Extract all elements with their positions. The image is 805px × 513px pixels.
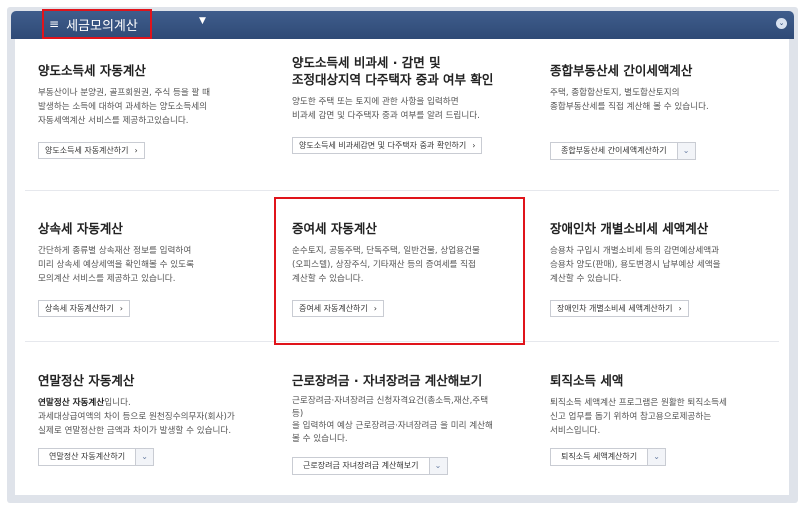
- card-description: 연말정산 자동계산입니다. 과세대상급여액의 차이 등으로 원천징수의무자(회사…: [38, 398, 235, 436]
- card-description: 양도한 주택 또는 토지에 관한 사항을 입력하면 비과세 감면 및 다주택자 …: [292, 97, 480, 121]
- card-description: 퇴직소득 세액계산 프로그램은 원활한 퇴직소득세 신고 업무를 돕기 위하여 …: [550, 398, 727, 436]
- card-title: 연말정산 자동계산: [38, 373, 135, 388]
- row-divider: [25, 190, 779, 191]
- year-end-calc-select[interactable]: 연말정산 자동계산하기 ⌄: [38, 447, 155, 466]
- select-label: 퇴직소득 세액계산하기: [561, 452, 638, 461]
- card-description: 간단하게 종류별 상속재산 정보를 입력하여 미리 상속세 예상세액을 확인해볼…: [38, 246, 194, 284]
- card-disabled-vehicle-tax: 장애인차 개별소비세 세액계산 승용차 구입시 개별소비세 등의 감면예상세액과…: [550, 220, 780, 317]
- card-description: 부동산이나 분양권, 골프회원권, 주식 등을 팔 때 발생하는 소득에 대하여…: [38, 88, 211, 126]
- capital-gains-calc-button[interactable]: 양도소득세 자동계산하기 ›: [38, 142, 145, 159]
- chevron-down-icon[interactable]: ⌄: [676, 142, 695, 159]
- card-title: 양도소득세 비과세 · 감면 및 조정대상지역 다주택자 중과 여부 확인: [292, 55, 494, 87]
- calculator-panel: 양도소득세 자동계산 부동산이나 분양권, 골프회원권, 주식 등을 팔 때 발…: [15, 39, 789, 495]
- vehicle-tax-calc-button[interactable]: 장애인차 개별소비세 세액계산하기 ›: [550, 300, 689, 317]
- card-title: 퇴직소득 세액: [550, 373, 624, 388]
- card-inheritance-tax: 상속세 자동계산 간단하게 종류별 상속재산 정보를 입력하여 미리 상속세 예…: [38, 220, 268, 317]
- card-year-end-settlement: 연말정산 자동계산 연말정산 자동계산입니다. 과세대상급여액의 차이 등으로 …: [38, 372, 278, 466]
- arrow-right-icon: ›: [119, 304, 123, 313]
- card-capital-gains-exemption: 양도소득세 비과세 · 감면 및 조정대상지역 다주택자 중과 여부 확인 양도…: [292, 54, 532, 154]
- chevron-down-icon[interactable]: ⌄: [428, 457, 447, 474]
- select-label: 근로장려금 자녀장려금 계산해보기: [303, 461, 419, 470]
- card-description: 주택, 종합합산토지, 별도합산토지의 종합부동산세를 직접 계산해 볼 수 있…: [550, 88, 709, 112]
- card-title: 상속세 자동계산: [38, 221, 123, 236]
- card-description: 근로장려금·자녀장려금 신청자격요건(총소득,재산,주택 등) 을 입력하여 예…: [292, 396, 493, 444]
- tax-simulation-menu[interactable]: ≡ 세금모의계산: [42, 9, 152, 39]
- chevron-down-icon[interactable]: ⌄: [647, 448, 666, 465]
- inheritance-calc-button[interactable]: 상속세 자동계산하기 ›: [38, 300, 130, 317]
- property-tax-calc-select[interactable]: 종합부동산세 간이세액계산하기 ⌄: [550, 141, 696, 160]
- menu-title: 세금모의계산: [66, 18, 138, 34]
- card-title: 양도소득세 자동계산: [38, 63, 146, 78]
- card-title: 근로장려금 · 자녀장려금 계산해보기: [292, 373, 483, 388]
- earned-income-calc-select[interactable]: 근로장려금 자녀장려금 계산해보기 ⌄: [292, 456, 448, 475]
- card-retirement-income-tax: 퇴직소득 세액 퇴직소득 세액계산 프로그램은 원활한 퇴직소득세 신고 업무를…: [550, 372, 780, 466]
- card-description: 승용차 구입시 개별소비세 등의 감면예상세액과 승용차 양도(판매), 용도변…: [550, 246, 721, 284]
- select-label: 연말정산 자동계산하기: [49, 452, 126, 461]
- card-comprehensive-property-tax: 종합부동산세 간이세액계산 주택, 종합합산토지, 별도합산토지의 종합부동산세…: [550, 62, 780, 160]
- arrow-right-icon: ›: [678, 304, 682, 313]
- collapse-icon[interactable]: ⌄: [776, 18, 787, 29]
- card-capital-gains-tax: 양도소득세 자동계산 부동산이나 분양권, 골프회원권, 주식 등을 팔 때 발…: [38, 62, 268, 159]
- arrow-right-icon: ›: [134, 146, 138, 155]
- select-label: 종합부동산세 간이세액계산하기: [561, 146, 667, 155]
- dropdown-arrow-icon[interactable]: ▼: [199, 16, 206, 26]
- exemption-check-button[interactable]: 양도소득세 비과세감면 및 다주택자 중과 확인하기 ›: [292, 137, 483, 154]
- retirement-calc-select[interactable]: 퇴직소득 세액계산하기 ⌄: [550, 447, 667, 466]
- chevron-down-icon[interactable]: ⌄: [135, 448, 154, 465]
- card-title: 종합부동산세 간이세액계산: [550, 63, 693, 78]
- hamburger-icon: ≡: [49, 17, 60, 31]
- gift-tax-highlight-box: [274, 197, 525, 345]
- card-earned-income-credit: 근로장려금 · 자녀장려금 계산해보기 근로장려금·자녀장려금 신청자격요건(총…: [292, 372, 532, 475]
- arrow-right-icon: ›: [472, 141, 476, 150]
- card-title: 장애인차 개별소비세 세액계산: [550, 221, 709, 236]
